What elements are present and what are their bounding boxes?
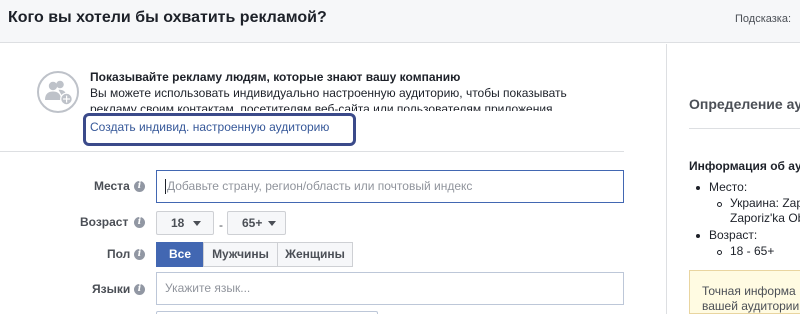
warning-text-line2: вашей аудитории	[702, 299, 800, 313]
languages-placeholder: Укажите язык...	[165, 281, 251, 295]
languages-label: Языки	[92, 282, 131, 296]
location-summary-value: Украина: Zap	[730, 196, 800, 210]
bullet	[696, 186, 700, 190]
gender-option-all[interactable]: Все	[156, 242, 204, 267]
age-label: Возраст	[80, 215, 129, 229]
create-custom-audience-link[interactable]: Создать индивид. настроенную аудиторию	[90, 120, 329, 134]
age-max-dropdown[interactable]: 65+	[227, 211, 286, 235]
age-info-icon[interactable]: i	[134, 217, 145, 228]
right-panel-divider	[689, 128, 800, 129]
languages-input[interactable]: Укажите язык...	[156, 272, 624, 305]
warning-text: Точная информа	[702, 284, 796, 298]
bullet	[696, 234, 700, 238]
gender-label: Пол	[107, 247, 131, 261]
age-min-dropdown[interactable]: 18	[156, 211, 214, 235]
location-summary-value-line2: Zaporiz'ka Ob	[730, 211, 800, 225]
chevron-down-icon	[193, 221, 201, 226]
section-divider	[0, 151, 624, 152]
audience-definition-title: Определение ау	[689, 96, 800, 112]
bullet	[717, 250, 722, 255]
audience-warning-box: Точная информа вашей аудитории	[689, 270, 800, 314]
age-max-value: 65+	[242, 216, 263, 230]
chevron-down-icon	[268, 221, 276, 226]
location-info-icon[interactable]: i	[134, 181, 145, 192]
audience-info-heading: Информация об ау	[689, 159, 800, 173]
gender-info-icon[interactable]: i	[134, 249, 145, 260]
age-summary-value: 18 - 65+	[730, 244, 775, 258]
age-separator: -	[219, 218, 223, 232]
hint-link[interactable]: Подсказка:	[735, 13, 791, 25]
page-title: Кого вы хотели бы охватить рекламой?	[8, 9, 327, 26]
page-header: Кого вы хотели бы охватить рекламой? Под…	[0, 0, 800, 43]
gender-option-female[interactable]: Женщины	[277, 242, 353, 267]
location-label: Места	[94, 179, 130, 193]
promo-description: Вы можете использовать индивидуально нас…	[90, 86, 567, 100]
text-cursor	[165, 179, 166, 195]
age-min-value: 18	[171, 216, 185, 230]
location-summary-label: Место:	[709, 180, 748, 194]
add-people-icon	[37, 71, 79, 113]
location-placeholder: Добавьте страну, регион/область или почт…	[167, 179, 473, 193]
promo-heading: Показывайте рекламу людям, которые знают…	[90, 70, 461, 84]
bullet	[717, 202, 722, 207]
languages-info-icon[interactable]: i	[134, 284, 145, 295]
panel-divider	[666, 44, 667, 314]
age-summary-label: Возраст:	[709, 228, 758, 242]
gender-option-male[interactable]: Мужчины	[203, 242, 278, 267]
location-input[interactable]: Добавьте страну, регион/область или почт…	[156, 170, 624, 203]
